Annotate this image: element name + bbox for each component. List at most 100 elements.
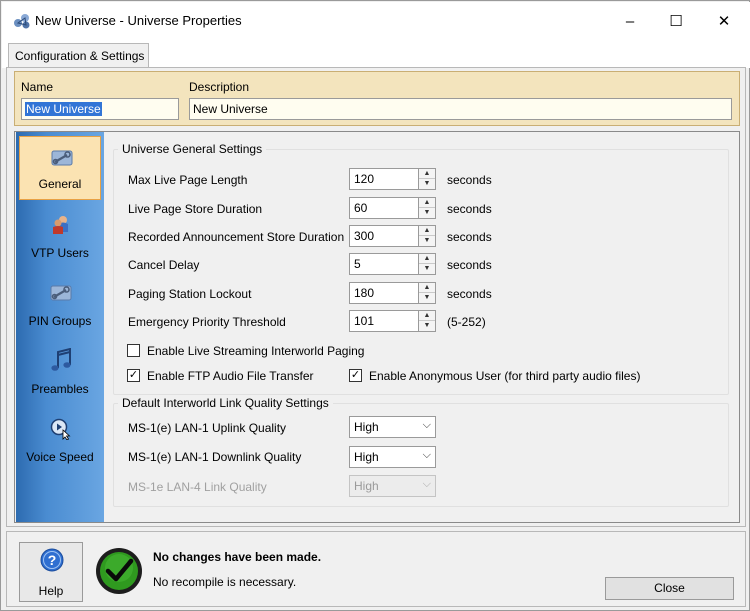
field-label: Emergency Priority Threshold: [128, 315, 286, 329]
sidebar-item-label: VTP Users: [31, 246, 89, 260]
spinner-buttons[interactable]: ▲ ▼: [418, 282, 436, 304]
uplink-quality-dropdown[interactable]: High ⌵: [349, 416, 436, 438]
speed-cursor-icon: [50, 418, 71, 440]
help-label: Help: [38, 584, 64, 598]
properties-window: New Universe - Universe Properties – ☐ ✕…: [0, 0, 750, 611]
success-check-icon: [96, 548, 142, 594]
field-label: Recorded Announcement Store Duration: [128, 230, 345, 244]
sidebar-item-label: General: [38, 177, 82, 191]
ftp-audio-transfer-checkbox[interactable]: ✓: [127, 369, 140, 382]
field-label: MS-1(e) LAN-1 Downlink Quality: [128, 450, 302, 464]
sidebar-item-general[interactable]: General: [19, 136, 101, 200]
spinner-buttons[interactable]: ▲ ▼: [418, 310, 436, 332]
chevron-down-icon: ⌵: [422, 478, 431, 490]
unit-label: (5-252): [447, 315, 486, 329]
sidebar-item-pin-groups[interactable]: PIN Groups: [19, 272, 101, 336]
chevron-down-icon: ⌵: [422, 419, 431, 431]
description-label: Description: [189, 80, 250, 94]
name-description-panel: Name Description New Universe New Univer…: [14, 71, 740, 126]
spin-down-icon[interactable]: ▼: [419, 321, 435, 331]
spin-down-icon[interactable]: ▼: [419, 293, 435, 303]
unit-label: seconds: [447, 173, 492, 187]
spin-up-icon[interactable]: ▲: [419, 226, 435, 236]
checkbox-label: Enable Anonymous User (for third party a…: [369, 369, 641, 383]
status-title: No changes have been made.: [153, 550, 322, 564]
users-icon: [53, 216, 68, 234]
sidebar-item-voice-speed[interactable]: Voice Speed: [19, 408, 101, 472]
downlink-quality-dropdown[interactable]: High ⌵: [349, 446, 436, 468]
field-label: MS-1e LAN-4 Link Quality: [128, 480, 267, 494]
spinner-value[interactable]: 60: [349, 197, 419, 219]
close-window-button[interactable]: ✕: [700, 3, 748, 39]
sidebar-item-label: Voice Speed: [26, 450, 94, 464]
unit-label: seconds: [447, 287, 492, 301]
spinner-buttons[interactable]: ▲ ▼: [418, 168, 436, 190]
unit-label: seconds: [447, 258, 492, 272]
description-input[interactable]: New Universe: [189, 98, 732, 120]
spin-down-icon[interactable]: ▼: [419, 264, 435, 274]
spin-up-icon[interactable]: ▲: [419, 283, 435, 293]
live-page-store-duration-spinner[interactable]: 60 ▲ ▼: [349, 197, 436, 219]
status-detail: No recompile is necessary.: [153, 575, 297, 589]
svg-text:?: ?: [48, 552, 57, 568]
minimize-button[interactable]: –: [606, 3, 654, 39]
field-label: Max Live Page Length: [128, 173, 248, 187]
live-streaming-checkbox[interactable]: [127, 344, 140, 357]
spin-up-icon[interactable]: ▲: [419, 198, 435, 208]
dropdown-value: High: [354, 450, 379, 464]
spinner-value[interactable]: 120: [349, 168, 419, 190]
close-button[interactable]: Close: [605, 577, 734, 600]
help-button[interactable]: ? Help: [19, 542, 83, 602]
spinner-value[interactable]: 5: [349, 253, 419, 275]
window-title: New Universe - Universe Properties: [35, 13, 242, 28]
emergency-priority-threshold-spinner[interactable]: 101 ▲ ▼: [349, 310, 436, 332]
sidebar-item-preambles[interactable]: Preambles: [19, 340, 101, 404]
name-input-value: New Universe: [25, 102, 102, 116]
field-label: Live Page Store Duration: [128, 202, 263, 216]
chevron-down-icon: ⌵: [422, 449, 431, 461]
max-live-page-length-spinner[interactable]: 120 ▲ ▼: [349, 168, 436, 190]
title-bar: New Universe - Universe Properties – ☐ ✕: [2, 2, 750, 38]
sidebar-item-label: Preambles: [31, 382, 89, 396]
field-label: Cancel Delay: [128, 258, 200, 272]
group-title: Default Interworld Link Quality Settings: [118, 396, 333, 410]
app-icon: [14, 14, 30, 29]
paging-station-lockout-spinner[interactable]: 180 ▲ ▼: [349, 282, 436, 304]
name-input[interactable]: New Universe: [21, 98, 179, 120]
wrench-icon: [51, 150, 73, 166]
spin-up-icon[interactable]: ▲: [419, 169, 435, 179]
spinner-value[interactable]: 180: [349, 282, 419, 304]
sidebar: General VTP Users PIN Groups Preambles V…: [16, 132, 104, 522]
spinner-value[interactable]: 300: [349, 225, 419, 247]
cancel-delay-spinner[interactable]: 5 ▲ ▼: [349, 253, 436, 275]
help-icon: ?: [40, 548, 64, 572]
settings-panel: Universe General Settings Max Live Page …: [105, 132, 739, 522]
lan4-link-quality-dropdown: High ⌵: [349, 475, 436, 497]
tab-configuration-settings[interactable]: Configuration & Settings: [8, 43, 149, 69]
spinner-buttons[interactable]: ▲ ▼: [418, 253, 436, 275]
spin-down-icon[interactable]: ▼: [419, 179, 435, 189]
checkbox-label: Enable Live Streaming Interworld Paging: [147, 344, 365, 358]
spinner-buttons[interactable]: ▲ ▼: [418, 225, 436, 247]
spin-down-icon[interactable]: ▼: [419, 236, 435, 246]
maximize-button[interactable]: ☐: [652, 3, 700, 39]
name-label: Name: [21, 80, 54, 94]
wrench-icon: [50, 285, 72, 301]
dropdown-value: High: [354, 420, 379, 434]
spin-up-icon[interactable]: ▲: [419, 254, 435, 264]
spinner-value[interactable]: 101: [349, 310, 419, 332]
field-label: Paging Station Lockout: [128, 287, 252, 301]
anonymous-user-checkbox[interactable]: ✓: [349, 369, 362, 382]
recorded-announcement-store-duration-spinner[interactable]: 300 ▲ ▼: [349, 225, 436, 247]
spin-down-icon[interactable]: ▼: [419, 208, 435, 218]
field-label: MS-1(e) LAN-1 Uplink Quality: [128, 421, 287, 435]
music-note-icon: [51, 348, 71, 371]
sidebar-item-label: PIN Groups: [28, 314, 92, 328]
sidebar-item-vtp-users[interactable]: VTP Users: [19, 204, 101, 268]
tab-strip: Configuration & Settings: [2, 38, 750, 69]
spin-up-icon[interactable]: ▲: [419, 311, 435, 321]
spinner-buttons[interactable]: ▲ ▼: [418, 197, 436, 219]
dropdown-value: High: [354, 479, 379, 493]
group-title: Universe General Settings: [118, 142, 267, 156]
unit-label: seconds: [447, 202, 492, 216]
